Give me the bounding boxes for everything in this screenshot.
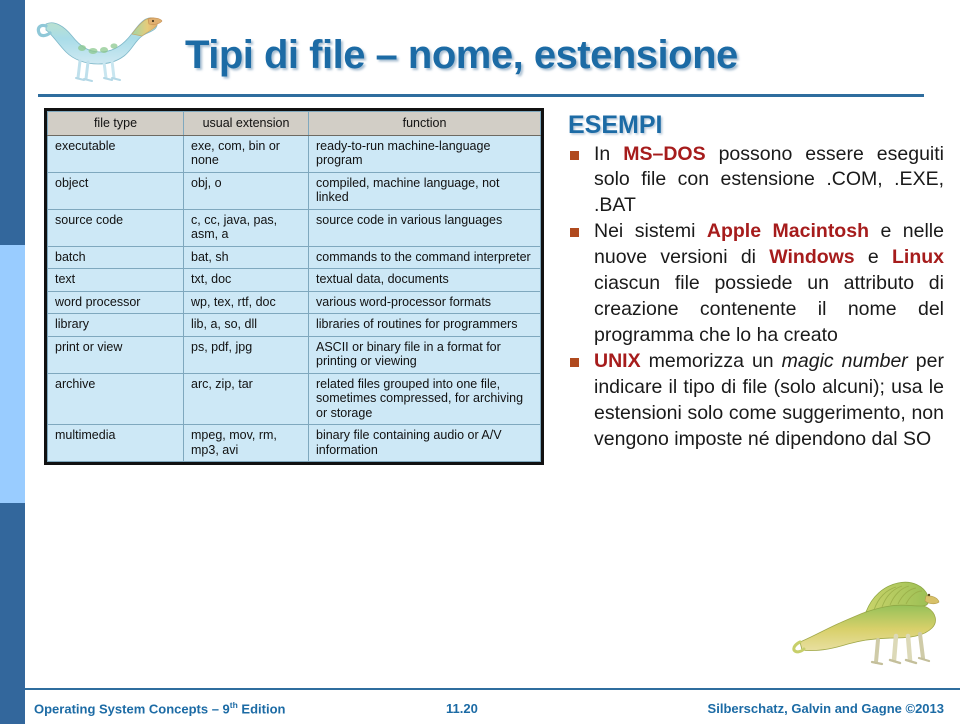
table-row: object obj, o compiled, machine language…	[47, 171, 541, 210]
cell-usual-extension: ps, pdf, jpg	[183, 335, 309, 374]
cell-usual-extension: bat, sh	[183, 245, 309, 269]
examples-panel: ESEMPI In MS–DOS possono essere eseguiti…	[568, 111, 944, 453]
highlighted-term: UNIX	[594, 349, 641, 372]
table-row: text txt, doc textual data, documents	[47, 268, 541, 292]
cell-function: related files grouped into one file, som…	[308, 372, 541, 425]
sidebar-accent-top	[0, 0, 25, 245]
examples-heading: ESEMPI	[568, 111, 663, 139]
cell-file-type: word processor	[47, 290, 184, 314]
table-row: word processor wp, tex, rtf, doc various…	[47, 290, 541, 314]
footer-divider	[25, 688, 960, 690]
table-row: archive arc, zip, tar related files grou…	[47, 372, 541, 425]
footer-edition-text: Operating System Concepts – 9	[34, 701, 230, 716]
cell-file-type: library	[47, 313, 184, 337]
cell-file-type: archive	[47, 372, 184, 425]
file-types-table: file type usual extension function execu…	[44, 108, 544, 465]
cell-usual-extension: mpeg, mov, rm, mp3, avi	[183, 424, 309, 462]
cell-function: source code in various languages	[308, 208, 541, 247]
list-item: Nei sistemi Apple Macintosh e nelle nuov…	[568, 219, 944, 349]
dinosaur-icon	[792, 564, 942, 672]
cell-file-type: multimedia	[47, 424, 184, 462]
examples-bullet-list: In MS–DOS possono essere eseguiti solo f…	[568, 142, 944, 453]
list-item: In MS–DOS possono essere eseguiti solo f…	[568, 142, 944, 220]
footer-credit: Silberschatz, Galvin and Gagne ©2013	[707, 701, 944, 716]
cell-usual-extension: obj, o	[183, 171, 309, 210]
table-row: batch bat, sh commands to the command in…	[47, 245, 541, 269]
column-header-file-type: file type	[47, 111, 184, 136]
highlighted-term: Apple Macintosh	[706, 220, 869, 243]
cell-function: libraries of routines for programmers	[308, 313, 541, 337]
cell-function: binary file containing audio or A/V info…	[308, 424, 541, 462]
cell-file-type: batch	[47, 245, 184, 269]
cell-file-type: text	[47, 268, 184, 292]
table-row: print or view ps, pdf, jpg ASCII or bina…	[47, 335, 541, 374]
cell-file-type: object	[47, 171, 184, 210]
footer-edition-ordinal: th	[229, 699, 238, 710]
cell-usual-extension: c, cc, java, pas, asm, a	[183, 208, 309, 247]
cell-file-type: print or view	[47, 335, 184, 374]
cell-usual-extension: exe, com, bin or none	[183, 134, 309, 173]
cell-usual-extension: wp, tex, rtf, doc	[183, 290, 309, 314]
cell-usual-extension: txt, doc	[183, 268, 309, 292]
table-row: executable exe, com, bin or none ready-t…	[47, 134, 541, 173]
page-title: Tipi di file – nome, estensione	[185, 33, 738, 77]
cell-function: ready-to-run machine-language program	[308, 134, 541, 173]
table-row: library lib, a, so, dll libraries of rou…	[47, 313, 541, 337]
cell-usual-extension: arc, zip, tar	[183, 372, 309, 425]
table-row: multimedia mpeg, mov, rm, mp3, avi binar…	[47, 424, 541, 462]
title-divider	[38, 94, 924, 97]
list-item: UNIX memorizza un magic number per indic…	[568, 349, 944, 453]
cell-function: commands to the command interpreter	[308, 245, 541, 269]
cell-file-type: source code	[47, 208, 184, 247]
table-body: executable exe, com, bin or none ready-t…	[47, 134, 541, 462]
cell-function: ASCII or binary file in a format for pri…	[308, 335, 541, 374]
highlighted-term: MS–DOS	[623, 142, 706, 165]
sidebar-accent-middle	[0, 245, 25, 503]
sidebar-accent-bottom	[0, 503, 25, 724]
highlighted-term: Linux	[892, 246, 944, 269]
italic-term: magic number	[781, 349, 908, 372]
cell-file-type: executable	[47, 134, 184, 173]
footer-edition-tail: Edition	[237, 701, 286, 716]
dinosaur-icon	[36, 6, 164, 84]
highlighted-term: Windows	[769, 246, 855, 269]
column-header-usual-extension: usual extension	[183, 111, 309, 136]
column-header-function: function	[308, 111, 541, 136]
cell-function: various word-processor formats	[308, 290, 541, 314]
slide-number: 11.20	[446, 701, 478, 716]
table-header-row: file type usual extension function	[47, 111, 541, 136]
table-row: source code c, cc, java, pas, asm, a sou…	[47, 208, 541, 247]
cell-usual-extension: lib, a, so, dll	[183, 313, 309, 337]
cell-function: textual data, documents	[308, 268, 541, 292]
slide-canvas: Tipi di file – nome, estensione file typ…	[0, 0, 960, 724]
cell-function: compiled, machine language, not linked	[308, 171, 541, 210]
footer-edition: Operating System Concepts – 9th Edition	[34, 700, 285, 716]
